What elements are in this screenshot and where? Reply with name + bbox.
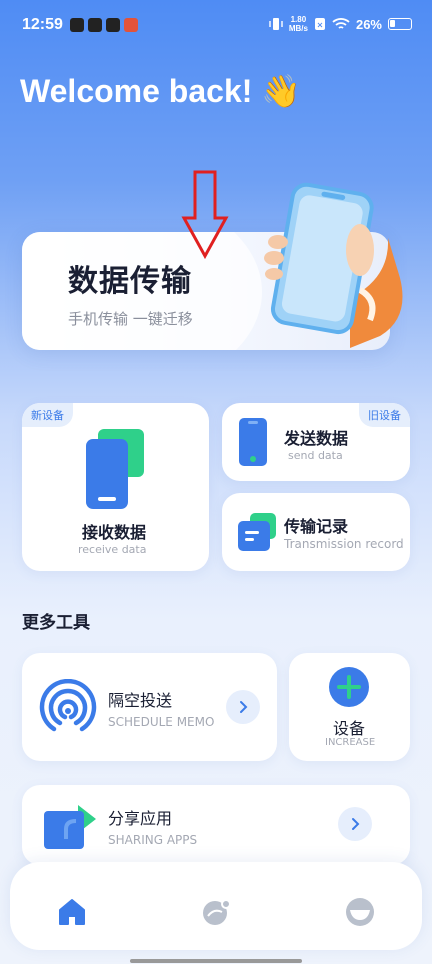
airdrop-open-button[interactable]	[226, 690, 260, 724]
device-title: 设备	[333, 719, 366, 738]
sim-icon: ×	[314, 18, 325, 30]
share-app-icon	[44, 805, 96, 849]
bottom-navigation	[10, 862, 422, 950]
app-notification-icon	[70, 18, 84, 32]
battery-percent: 26%	[355, 16, 382, 32]
app-notification-icon	[124, 18, 138, 32]
receive-phone-icon	[86, 429, 144, 509]
airdrop-title: 隔空投送	[108, 691, 173, 710]
transmission-record-card[interactable]: 传输记录 Transmission record	[222, 493, 410, 571]
share-apps-card[interactable]: 分享应用 SHARING APPS	[22, 785, 410, 865]
share-title: 分享应用	[108, 809, 173, 828]
more-tools-heading: 更多工具	[22, 613, 90, 633]
record-list-icon	[238, 513, 276, 551]
network-speed-value: 1.80	[290, 15, 307, 24]
phone-in-hand-illustration	[264, 182, 403, 348]
share-subtitle: SHARING APPS	[108, 833, 198, 847]
chevron-right-icon	[240, 701, 248, 713]
home-icon[interactable]	[56, 896, 88, 928]
svg-text:×: ×	[317, 21, 324, 30]
chevron-right-icon	[352, 818, 360, 830]
receive-data-card[interactable]: 新设备 接收数据 receive data	[22, 403, 209, 571]
old-device-tag: 旧设备	[359, 403, 410, 427]
network-speed-unit: MB/s	[288, 24, 308, 33]
plus-circle-icon[interactable]	[329, 667, 369, 707]
status-time: 12:59	[22, 16, 63, 33]
send-phone-icon	[239, 418, 267, 466]
device-subtitle: INCREASE	[325, 737, 376, 748]
airdrop-card[interactable]: 隔空投送 SCHEDULE MEMO	[22, 653, 277, 761]
app-notification-icon	[88, 18, 102, 32]
vibrate-icon	[269, 18, 283, 30]
receive-subtitle: receive data	[78, 543, 147, 556]
wifi-icon	[332, 18, 350, 29]
send-subtitle: send data	[288, 449, 343, 462]
send-title: 发送数据	[284, 429, 349, 448]
transfer-subtitle: 手机传输 一键迁移	[68, 310, 193, 328]
profile-icon[interactable]	[344, 896, 376, 928]
record-title: 传输记录	[284, 517, 349, 536]
send-data-card[interactable]: 旧设备 发送数据 send data	[222, 403, 410, 481]
record-subtitle: Transmission record	[284, 537, 404, 551]
airdrop-icon	[39, 679, 97, 732]
status-bar: 12:59 1.80 MB/s × 26%	[0, 0, 432, 52]
add-device-card[interactable]: 设备 INCREASE	[289, 653, 410, 761]
discover-icon[interactable]	[200, 896, 232, 928]
transfer-title: 数据传输	[68, 264, 192, 299]
notification-icons	[70, 18, 138, 32]
welcome-text: Welcome back!	[20, 73, 253, 109]
app-notification-icon	[106, 18, 120, 32]
home-indicator[interactable]	[130, 959, 302, 963]
receive-title: 接收数据	[82, 523, 147, 542]
waving-hand-icon: 👋	[261, 73, 302, 109]
airdrop-subtitle: SCHEDULE MEMO	[108, 715, 215, 729]
share-open-button[interactable]	[338, 807, 372, 841]
network-speed: 1.80 MB/s	[289, 15, 308, 33]
battery-icon	[388, 18, 412, 30]
welcome-heading: Welcome back! 👋	[20, 72, 301, 110]
new-device-tag: 新设备	[22, 403, 73, 427]
status-indicators: 1.80 MB/s × 26%	[269, 15, 412, 33]
red-down-arrow-icon	[181, 170, 229, 260]
